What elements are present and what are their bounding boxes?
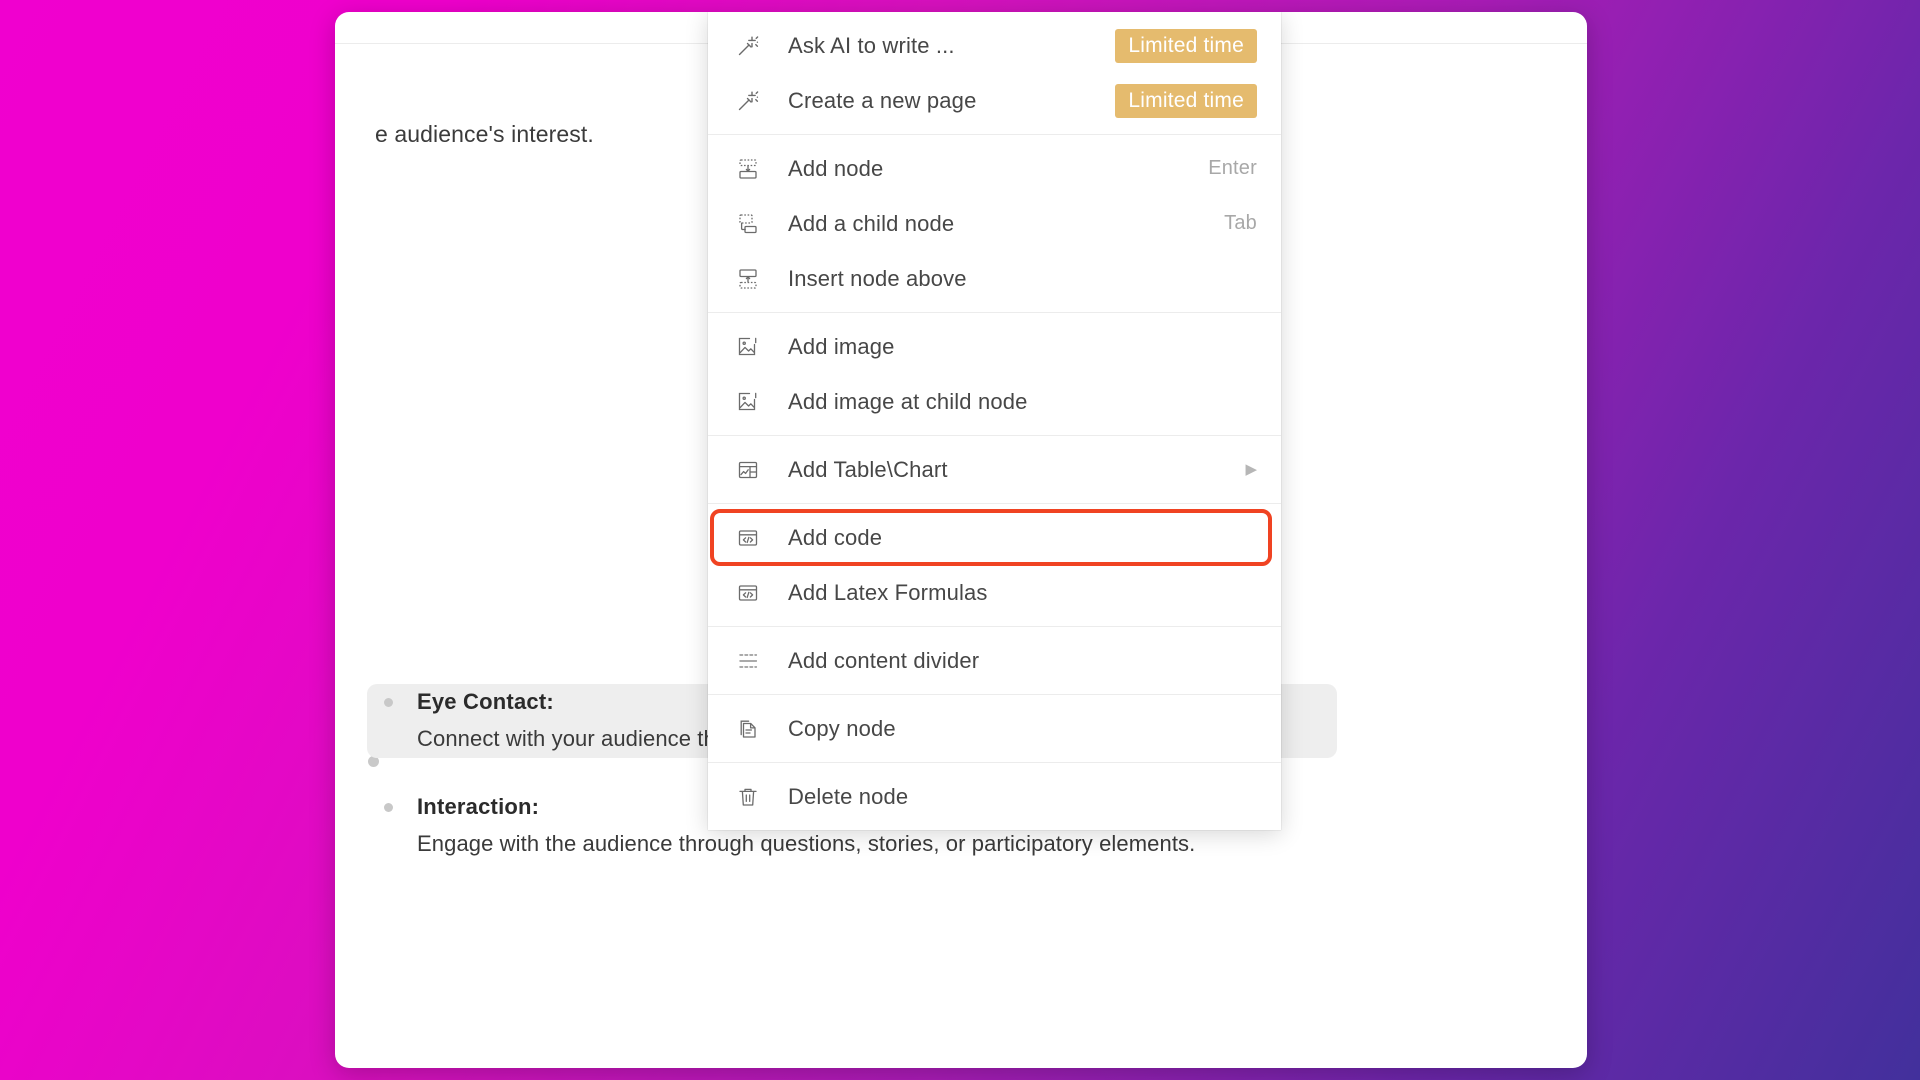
insert-node-above-icon — [734, 265, 762, 293]
menu-group-table-chart: Add Table\Chart ▶ — [708, 436, 1281, 503]
menu-item-label: Add code — [788, 524, 883, 550]
bullet-dot-icon — [384, 698, 393, 707]
menu-group-ai: Ask AI to write ... Limited time Create … — [708, 12, 1281, 134]
limited-time-badge: Limited time — [1115, 28, 1257, 63]
menu-item-label: Add content divider — [788, 647, 980, 673]
trash-icon — [734, 783, 762, 811]
menu-item-add-image[interactable]: Add image — [708, 319, 1281, 374]
add-child-node-icon — [734, 210, 762, 238]
table-chart-icon — [734, 456, 762, 484]
code-icon — [734, 524, 762, 552]
menu-item-add-table-chart[interactable]: Add Table\Chart ▶ — [708, 442, 1281, 497]
menu-item-shortcut: Enter — [1208, 157, 1257, 179]
bullet-body: Engage with the audience through questio… — [417, 831, 1196, 856]
menu-item-label: Copy node — [788, 715, 896, 741]
menu-item-add-node[interactable]: Add node Enter — [708, 141, 1281, 196]
document-paragraph-fragment: e audience's interest. — [375, 121, 594, 147]
image-icon — [734, 388, 762, 416]
limited-time-badge: Limited time — [1115, 83, 1257, 118]
menu-item-label: Add a child node — [788, 210, 955, 236]
menu-item-label: Ask AI to write ... — [788, 32, 955, 58]
menu-item-accessory: Enter — [1208, 157, 1257, 180]
menu-item-delete-node[interactable]: Delete node — [708, 769, 1281, 824]
add-node-icon — [734, 155, 762, 183]
menu-item-accessory: Limited time — [1115, 28, 1257, 63]
menu-item-label: Insert node above — [788, 265, 967, 291]
magic-wand-icon — [734, 87, 762, 115]
menu-group-images: Add image Add image at child node — [708, 313, 1281, 435]
menu-item-add-image-at-child-node[interactable]: Add image at child node — [708, 374, 1281, 429]
menu-item-label: Add image at child node — [788, 388, 1028, 414]
code-icon — [734, 579, 762, 607]
menu-item-accessory: Tab — [1224, 212, 1257, 235]
menu-item-add-a-child-node[interactable]: Add a child node Tab — [708, 196, 1281, 251]
node-context-menu[interactable]: Ask AI to write ... Limited time Create … — [708, 12, 1281, 830]
menu-item-label: Add image — [788, 333, 895, 359]
copy-icon — [734, 715, 762, 743]
menu-group-divider: Add content divider — [708, 627, 1281, 694]
menu-item-ask-ai-to-write[interactable]: Ask AI to write ... Limited time — [708, 18, 1281, 73]
menu-group-code: Add code Add Latex Formulas — [708, 504, 1281, 626]
menu-group-delete: Delete node — [708, 763, 1281, 830]
menu-item-label: Add node — [788, 155, 884, 181]
menu-item-copy-node[interactable]: Copy node — [708, 701, 1281, 756]
magic-wand-icon — [734, 32, 762, 60]
menu-item-create-a-new-page[interactable]: Create a new page Limited time — [708, 73, 1281, 128]
menu-item-label: Create a new page — [788, 87, 977, 113]
menu-item-accessory: Limited time — [1115, 83, 1257, 118]
image-icon — [734, 333, 762, 361]
menu-item-label: Delete node — [788, 783, 909, 809]
menu-item-add-code[interactable]: Add code — [710, 509, 1272, 566]
app-window: e audience's interest. Eye Contact: Conn… — [335, 12, 1587, 1068]
menu-item-label: Add Latex Formulas — [788, 579, 988, 605]
menu-group-copy: Copy node — [708, 695, 1281, 762]
menu-item-insert-node-above[interactable]: Insert node above — [708, 251, 1281, 306]
menu-item-add-content-divider[interactable]: Add content divider — [708, 633, 1281, 688]
submenu-arrow-icon: ▶ — [1245, 461, 1257, 478]
menu-item-accessory: ▶ — [1245, 462, 1257, 477]
divider-icon — [734, 647, 762, 675]
menu-item-shortcut: Tab — [1224, 212, 1257, 234]
menu-item-add-latex-formulas[interactable]: Add Latex Formulas — [708, 565, 1281, 620]
bullet-dot-icon — [384, 803, 393, 812]
menu-item-label: Add Table\Chart — [788, 456, 948, 482]
menu-group-nodes: Add node Enter Add a child node Tab Inse… — [708, 135, 1281, 312]
